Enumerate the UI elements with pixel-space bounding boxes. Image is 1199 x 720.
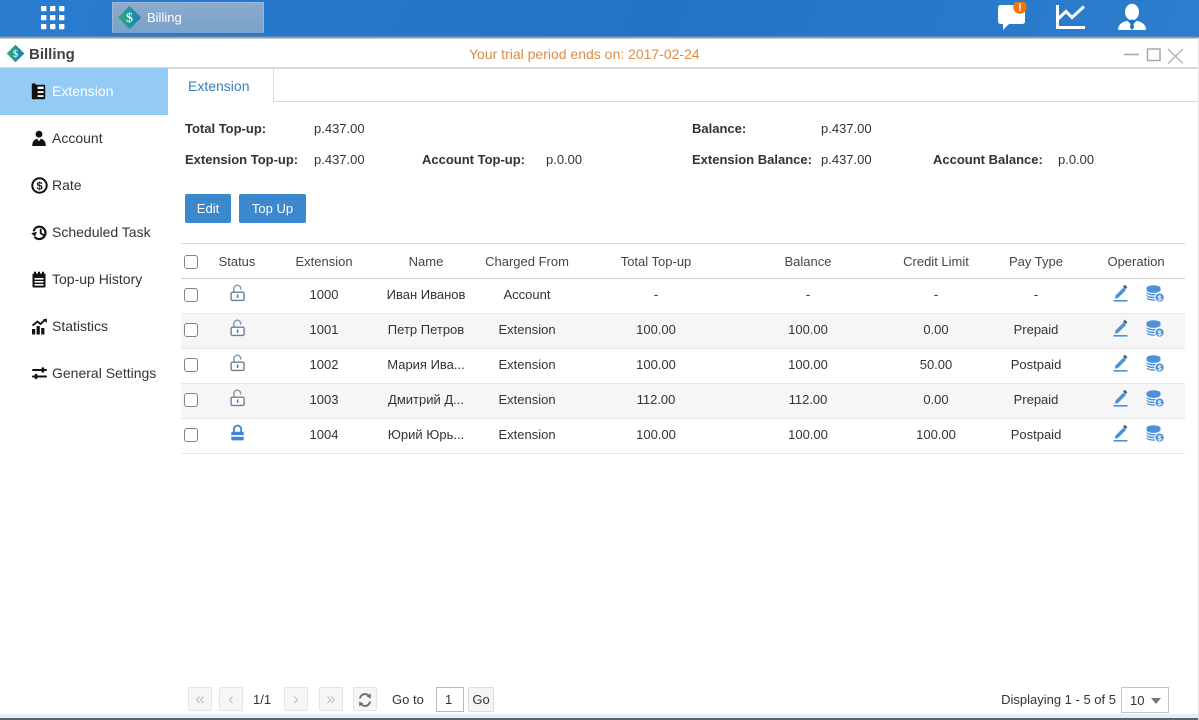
- svg-text:!: !: [1018, 2, 1022, 14]
- svg-text:$: $: [126, 11, 133, 26]
- svg-text:$: $: [36, 181, 42, 193]
- svg-text:$: $: [13, 49, 18, 60]
